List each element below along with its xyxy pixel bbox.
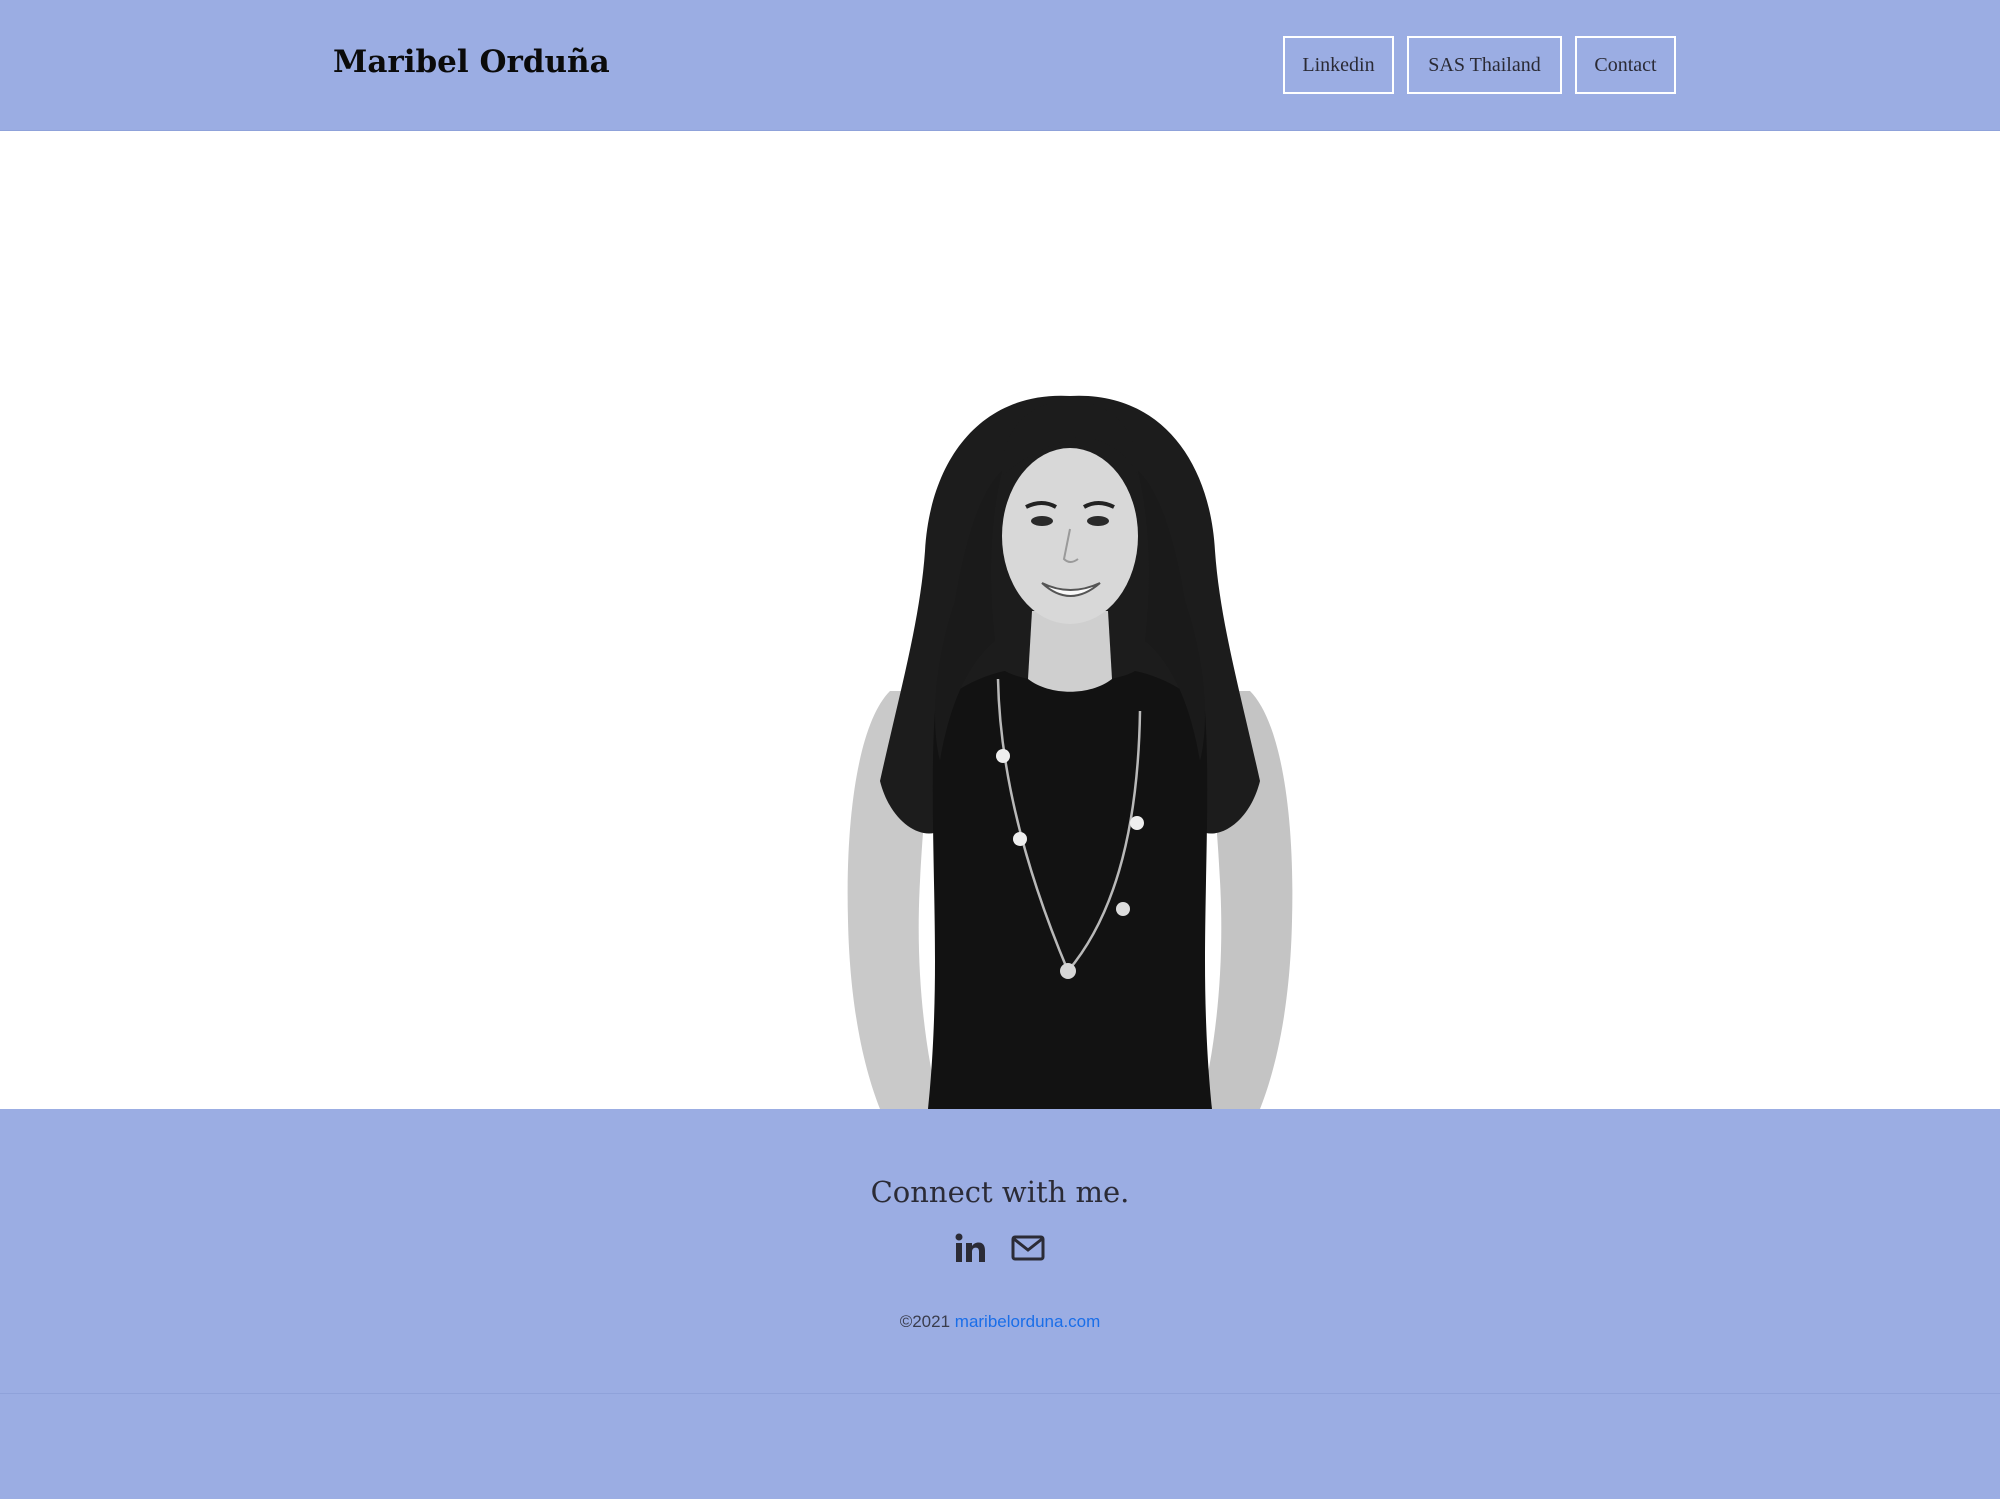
portrait-image [847,395,1293,1109]
linkedin-icon[interactable] [952,1230,988,1266]
site-title[interactable]: Maribel Orduña [333,44,610,80]
social-links [952,1230,1046,1266]
site-header: Maribel Orduña Linkedin SAS Thailand Con… [0,0,2000,131]
nav-linkedin-button[interactable]: Linkedin [1283,36,1394,94]
nav-contact-button[interactable]: Contact [1575,36,1676,94]
nav-sas-thailand-button[interactable]: SAS Thailand [1407,36,1562,94]
hero-section [0,131,2000,1109]
copyright: ©2021 maribelorduna.com [0,1312,2000,1332]
bottom-band [0,1394,2000,1499]
mail-icon[interactable] [1010,1230,1046,1266]
copyright-text: ©2021 [899,1312,951,1331]
connect-heading: Connect with me. [870,1175,1130,1209]
site-link[interactable]: maribelorduna.com [955,1312,1101,1331]
main-nav: Linkedin SAS Thailand Contact [1283,36,1676,94]
site-footer: Connect with me. ©2021 maribelorduna.com [0,1109,2000,1394]
